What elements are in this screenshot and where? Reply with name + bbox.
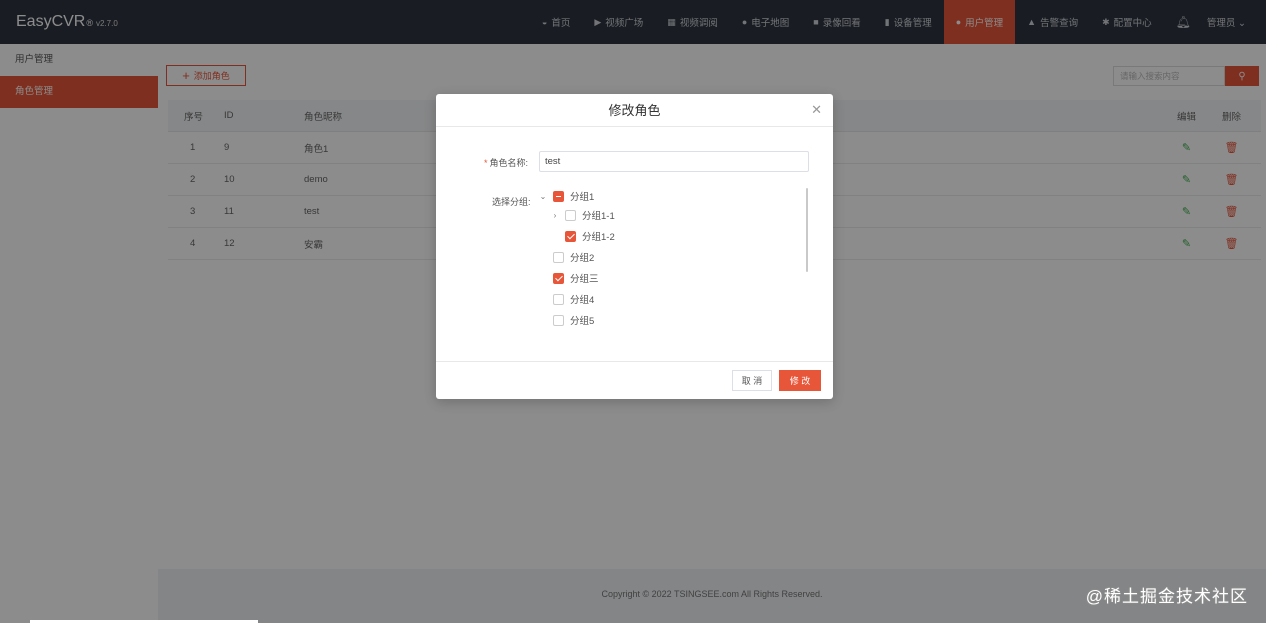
tree-node-group5[interactable]: 分组5 — [553, 312, 594, 328]
dialog-footer: 取 消 修 改 — [436, 361, 833, 399]
tree-node-label: 分组三 — [570, 274, 599, 285]
chevron-right-icon[interactable]: › — [551, 211, 559, 220]
tree-node-label: 分组2 — [570, 253, 595, 264]
edit-role-dialog: 修改角色 ✕ * 角色名称: test 选择分组: ⌄ 分组1 › 分组1-1 分… — [436, 94, 833, 399]
tree-scrollbar[interactable] — [806, 188, 809, 336]
role-name-label: * 角色名称: — [484, 156, 528, 169]
tree-node-group2[interactable]: 分组2 — [553, 249, 594, 265]
dialog-title: 修改角色 — [608, 103, 661, 118]
watermark-text: @稀土掘金技术社区 — [1085, 587, 1248, 606]
checkbox-partial[interactable] — [553, 190, 564, 202]
role-name-label-text: 角色名称: — [489, 158, 529, 168]
tree-node-label: 分组4 — [570, 295, 595, 306]
tree-node-group3[interactable]: 分组三 — [553, 270, 599, 286]
tree-node-group4[interactable]: 分组4 — [553, 291, 594, 307]
scrollbar-thumb[interactable] — [806, 188, 808, 272]
checkbox[interactable] — [565, 209, 576, 221]
close-icon[interactable]: ✕ — [811, 102, 822, 118]
checkbox[interactable] — [553, 293, 564, 305]
tree-node-label: 分组5 — [570, 316, 595, 327]
tree-node-label: 分组1-2 — [582, 232, 615, 243]
group-select-label: 选择分组: — [492, 197, 531, 207]
checkbox[interactable] — [553, 251, 564, 263]
chevron-down-icon[interactable]: ⌄ — [539, 192, 547, 201]
role-name-input[interactable]: test — [539, 151, 809, 172]
checkbox[interactable] — [553, 314, 564, 326]
tree-node-label: 分组1 — [570, 192, 595, 203]
tree-node-group1-1[interactable]: › 分组1-1 — [551, 207, 615, 223]
tree-node-group1[interactable]: ⌄ 分组1 — [539, 188, 594, 204]
confirm-modify-button[interactable]: 修 改 — [779, 370, 821, 391]
required-asterisk: * — [484, 158, 488, 168]
tree-node-group1-2[interactable]: 分组1-2 — [565, 228, 615, 244]
tree-node-label: 分组1-1 — [582, 211, 615, 222]
group-tree: ⌄ 分组1 › 分组1-1 分组1-2 分组2 分组三 分组4 分组5 — [536, 188, 806, 336]
dialog-header: 修改角色 ✕ — [436, 94, 833, 127]
cancel-button[interactable]: 取 消 — [732, 370, 772, 391]
checkbox-checked[interactable] — [553, 272, 564, 284]
checkbox-checked[interactable] — [565, 230, 576, 242]
